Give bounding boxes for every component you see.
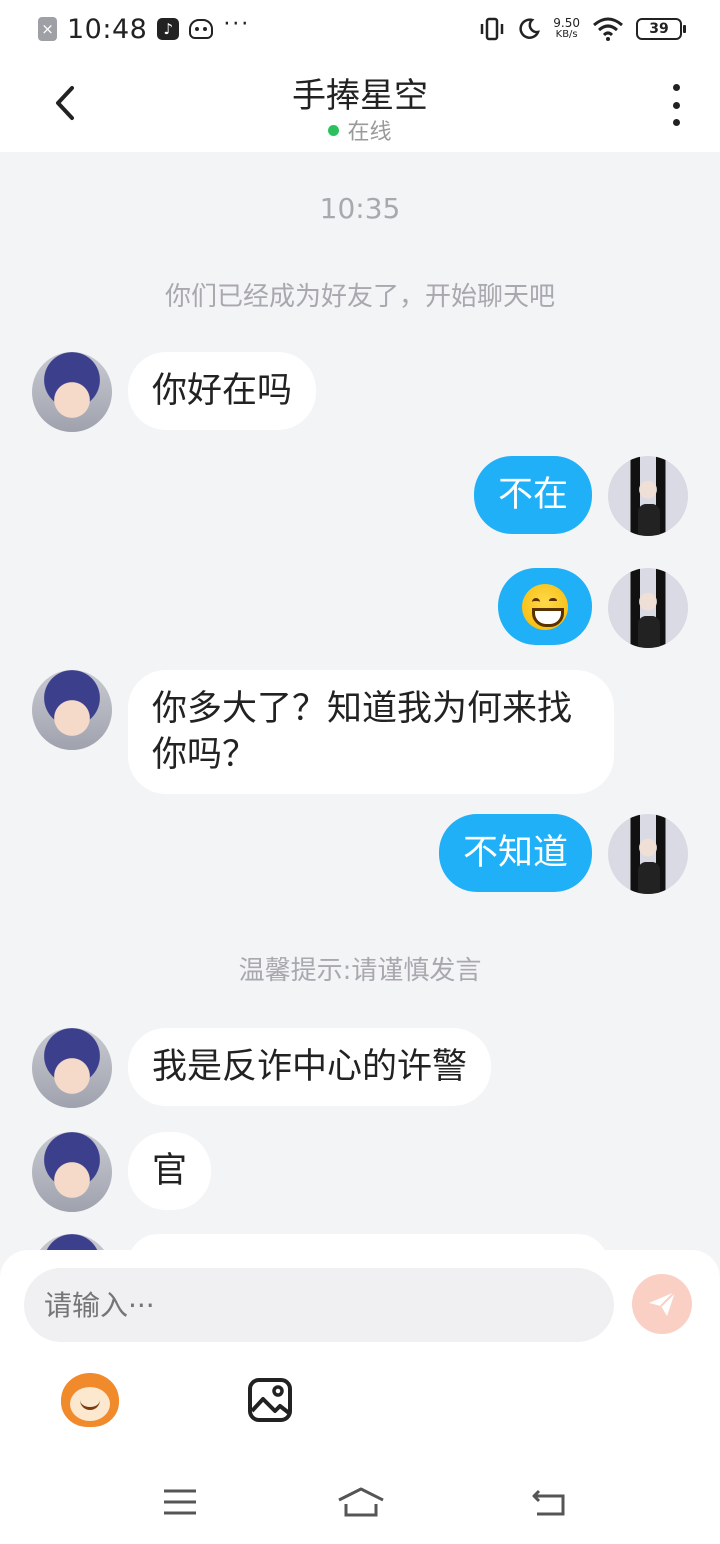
network-speed: 9.50 KB/s [553,17,580,41]
my-avatar[interactable] [608,456,688,536]
status-left: × 10:48 ♪ ··· [38,12,251,45]
contact-avatar[interactable] [32,1234,112,1250]
outgoing-message[interactable]: 不在 [473,456,592,534]
send-button[interactable] [632,1274,692,1334]
wifi-icon [593,17,623,41]
incoming-message-partial[interactable] [128,1234,608,1250]
more-dot [672,119,680,126]
outgoing-message[interactable]: 不知道 [438,814,592,892]
battery-indicator: 39 [636,18,686,40]
tiktok-icon: ♪ [157,18,180,40]
network-speed-unit: KB/s [555,29,578,40]
back-arrow-icon [532,1489,565,1516]
more-vertical-icon [672,84,680,91]
contact-avatar[interactable] [32,1132,112,1212]
grinning-face-emoji-icon [522,584,568,630]
more-notifications-icon: ··· [223,12,251,37]
vibrate-icon [481,17,504,41]
contact-avatar[interactable] [32,1028,112,1108]
status-right: 9.50 KB/s 39 [479,12,686,46]
chat-header: 手捧星空 在线 [0,58,720,152]
tip-notice: 温馨提示:请谨慎发言 [238,956,482,986]
input-panel [0,1250,720,1544]
incoming-message[interactable]: 你多大了？知道我为何来找你吗？ [128,670,614,794]
incoming-message[interactable]: 我是反诈中心的许警 [128,1028,492,1106]
more-dot [672,101,680,109]
moon-icon [519,18,541,39]
system-nav-bar [0,1460,720,1544]
home-icon [338,1487,384,1517]
my-avatar[interactable] [608,814,688,894]
network-speed-value: 9.50 [553,16,580,30]
incoming-message[interactable]: 官 [128,1132,212,1210]
recent-apps-button[interactable] [158,1482,202,1522]
monkey-sticker-icon [61,1373,119,1427]
status-time: 10:48 [67,13,148,45]
my-avatar[interactable] [608,568,688,648]
sticker-button[interactable] [58,1368,122,1432]
contact-avatar[interactable] [32,670,112,750]
menu-icon [164,1489,196,1515]
contact-name: 手捧星空 [292,76,428,116]
robot-icon [189,19,214,39]
send-icon [649,1291,676,1316]
chat-timestamp: 10:35 [319,192,401,225]
contact-avatar[interactable] [32,352,112,432]
outgoing-emoji-message[interactable] [498,568,592,645]
incoming-message[interactable]: 你好在吗 [128,352,317,430]
message-input[interactable] [24,1268,614,1342]
online-dot-icon [328,124,340,136]
image-icon [248,1378,292,1422]
more-options-button[interactable] [664,84,688,126]
home-button[interactable] [336,1482,386,1522]
back-nav-button[interactable] [526,1482,570,1522]
chat-messages[interactable]: 10:35 你们已经成为好友了，开始聊天吧 你好在吗 不在 你多大了？知道我为何… [0,152,720,1250]
notification-close-icon: × [38,17,57,41]
online-status: 在线 [0,114,720,146]
system-notice: 你们已经成为好友了，开始聊天吧 [164,282,555,312]
online-status-label: 在线 [347,120,392,145]
image-button[interactable] [238,1368,302,1432]
status-bar: × 10:48 ♪ ··· 9.50 KB/s 39 [0,0,720,58]
